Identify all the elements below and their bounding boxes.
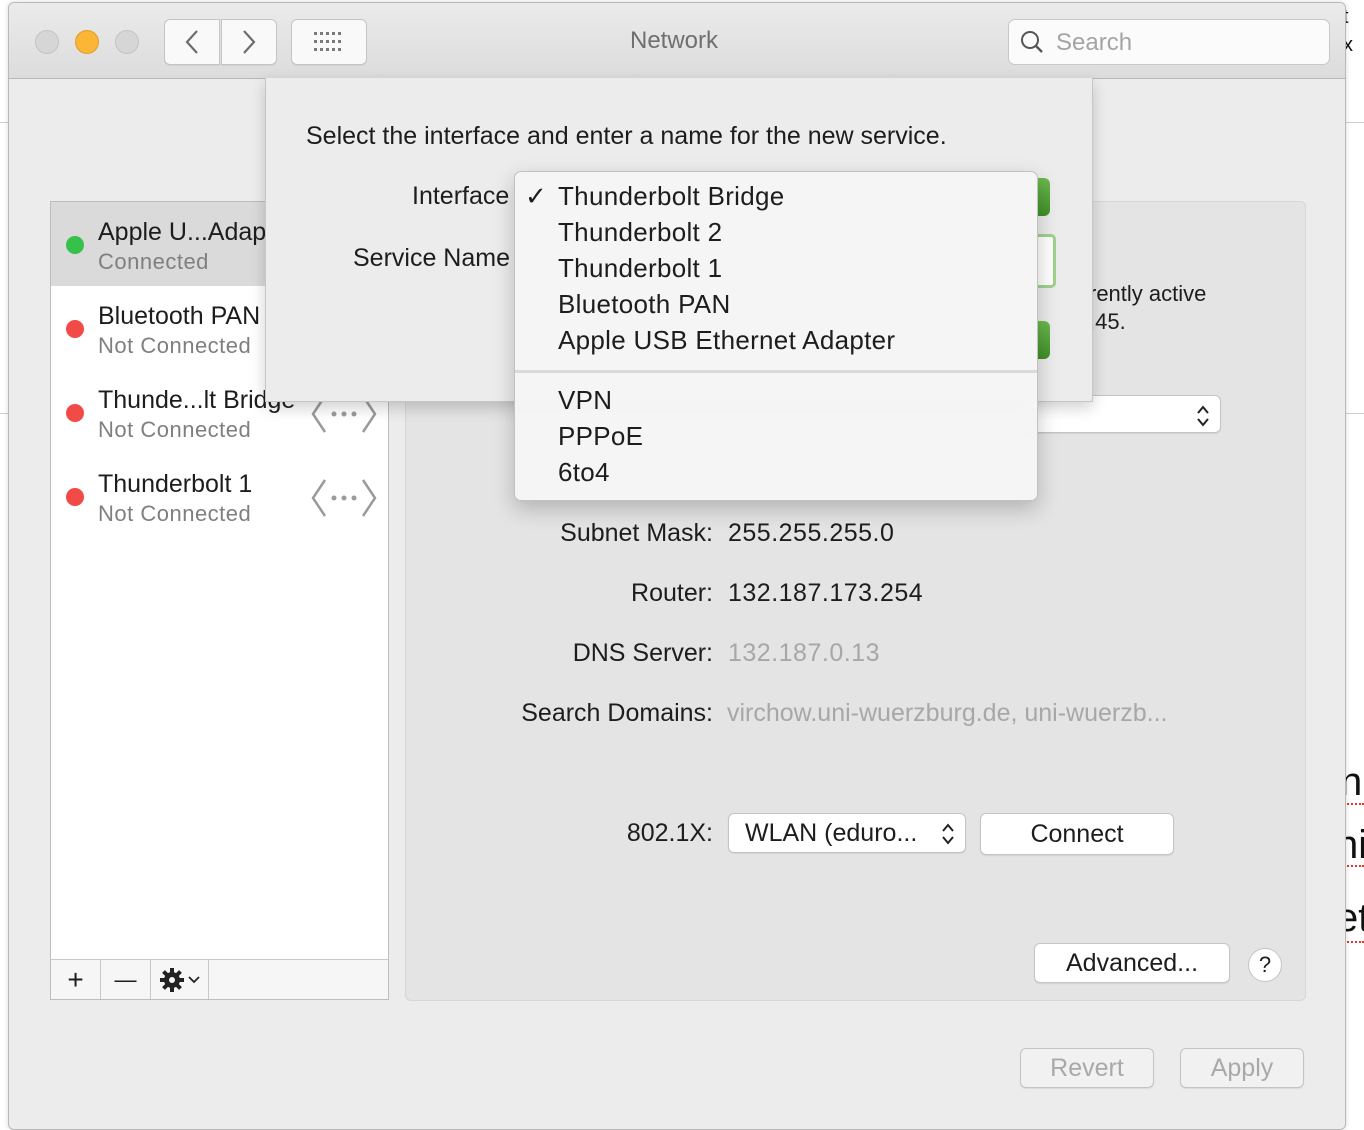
menu-item-thunderbolt-2[interactable]: Thunderbolt 2 [558,217,722,248]
connect-button[interactable]: Connect [980,813,1174,855]
menu-item-thunderbolt-bridge[interactable]: Thunderbolt Bridge [558,181,785,212]
create-button[interactable] [1036,321,1050,359]
grid-icon [314,32,341,51]
search-field[interactable]: Search [1008,19,1330,65]
dot1x-label: 802.1X: [626,819,713,847]
interface-popup-arrows[interactable] [1036,178,1050,216]
dns-server-value: 132.187.0.13 [728,639,880,667]
service-status: Not Connected [98,417,252,442]
router-value: 132.187.173.254 [728,579,924,607]
network-interface-icon [311,479,377,517]
service-status: Not Connected [98,501,252,526]
status-dot-red [66,320,84,338]
spellcheck-underline [1344,862,1364,867]
spellcheck-underline [1344,800,1364,805]
status-dot-red [66,404,84,422]
service-name: Bluetooth PAN [98,302,261,330]
service-status: Connected [98,249,209,274]
advanced-button[interactable]: Advanced... [1034,943,1230,983]
gear-icon [160,967,184,992]
search-placeholder: Search [1056,29,1133,56]
revert-button[interactable]: Revert [1020,1048,1154,1088]
dot1x-profile-value: WLAN (eduro... [745,818,918,847]
interface-label: Interface [412,182,510,210]
chevron-left-icon [185,30,198,54]
zoom-button[interactable] [115,30,139,54]
service-name-field[interactable] [1036,234,1056,288]
title-bar: Network Search [9,3,1345,79]
search-domains-label: Search Domains: [521,699,713,727]
minimize-button[interactable] [75,30,99,54]
network-preferences-window: Network Search Apple U...Adap Connected … [8,2,1346,1130]
chevron-down-icon [188,975,200,983]
help-button[interactable]: ? [1248,948,1282,982]
status-dot-red [66,488,84,506]
interface-dropdown-menu: ✓ Thunderbolt Bridge Thunderbolt 2 Thund… [514,171,1038,501]
service-status: Not Connected [98,333,252,358]
menu-item-pppoe[interactable]: PPPoE [558,421,643,452]
service-name-label: Service Name [353,244,510,272]
menu-item-vpn[interactable]: VPN [558,385,612,416]
checkmark-icon: ✓ [525,181,547,211]
dot1x-profile-popup[interactable]: WLAN (eduro... [728,813,966,853]
chevron-right-icon [243,30,256,54]
window-title: Network [629,27,719,54]
service-item-thunderbolt-1[interactable]: Thunderbolt 1 Not Connected [51,454,388,538]
menu-item-6to4[interactable]: 6to4 [558,457,610,488]
remove-service-button[interactable]: — [101,960,151,999]
show-all-button[interactable] [291,19,367,65]
add-service-button[interactable]: + [51,960,101,999]
subnet-mask-label: Subnet Mask: [560,519,713,547]
service-name: Thunderbolt 1 [98,470,253,498]
sheet-message: Select the interface and enter a name fo… [306,122,947,150]
router-label: Router: [631,579,713,607]
spellcheck-underline [1344,938,1364,943]
forward-button[interactable] [221,19,277,65]
search-domains-value: virchow.uni-wuerzburg.de, uni-wuerzb... [727,699,1168,727]
menu-item-bluetooth-pan[interactable]: Bluetooth PAN [558,289,731,320]
updown-chevron-icon [1197,405,1209,427]
status-dot-green [66,236,84,254]
service-list-toolbar: + — [50,959,389,1000]
apply-button[interactable]: Apply [1180,1048,1304,1088]
status-info-text: rently active [1089,281,1207,306]
updown-chevron-icon [942,823,954,845]
search-icon [1021,31,1043,53]
menu-separator [515,370,1037,373]
menu-item-apple-usb-ethernet[interactable]: Apple USB Ethernet Adapter [558,325,895,356]
dns-server-label: DNS Server: [572,639,713,667]
status-info-text: .45. [1089,309,1126,334]
service-name: Apple U...Adap [98,218,267,246]
close-button[interactable] [35,30,59,54]
action-menu-button[interactable] [151,960,209,999]
back-button[interactable] [164,19,220,65]
menu-item-thunderbolt-1[interactable]: Thunderbolt 1 [558,253,722,284]
subnet-mask-value: 255.255.255.0 [728,519,895,547]
